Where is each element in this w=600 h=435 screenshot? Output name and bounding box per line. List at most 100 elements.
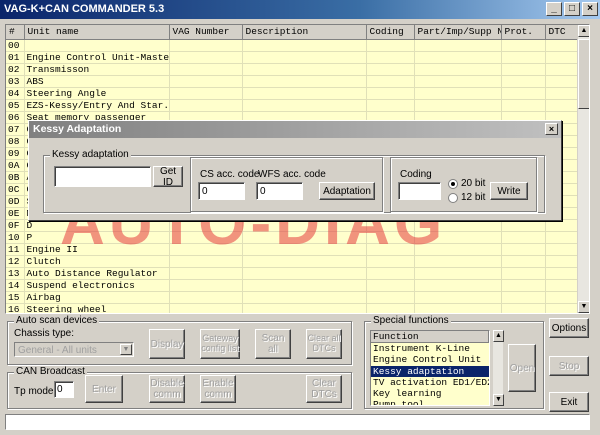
open-button[interactable]: Open (508, 344, 536, 392)
exit-button[interactable]: Exit (549, 392, 589, 412)
disable-comm-button[interactable]: Disable comm (149, 375, 185, 403)
function-list-item[interactable]: Instrument K-Line (371, 343, 489, 354)
row-cell (242, 87, 367, 100)
row-address: 06 (6, 111, 25, 124)
scroll-down-icon[interactable]: ▼ (578, 301, 589, 313)
function-list-item[interactable]: Engine Control Unit (371, 354, 489, 365)
row-cell (242, 63, 367, 76)
row-cell (545, 279, 582, 292)
chevron-down-icon[interactable]: ▼ (120, 344, 132, 355)
row-cell (501, 75, 546, 88)
function-column-header: Function (371, 331, 489, 343)
table-row[interactable]: 14 Suspend electronics (6, 279, 582, 292)
get-id-button[interactable]: Get ID (153, 166, 183, 188)
special-functions-list[interactable]: Function Instrument K-Line Engine Control… (370, 330, 490, 406)
bit20-radio[interactable] (448, 179, 458, 189)
adaptation-button[interactable]: Adaptation (319, 182, 375, 200)
minimize-button[interactable]: _ (546, 2, 562, 16)
row-unit-name: EZS-Kessy/Entry And Star... (24, 99, 170, 112)
wfs-code-input[interactable]: 0 (256, 182, 303, 200)
table-row[interactable]: 10 P (6, 231, 582, 244)
row-address: 0D (6, 195, 25, 208)
table-row[interactable]: 11 Engine II (6, 243, 582, 256)
function-list-item[interactable]: TV activation ED1/ED2 (371, 377, 489, 388)
kessy-id-field[interactable] (54, 166, 151, 187)
row-address: 0C (6, 183, 25, 196)
row-cell (545, 255, 582, 268)
enable-comm-button[interactable]: Enable comm (200, 375, 236, 403)
row-cell (366, 279, 415, 292)
row-address: 02 (6, 63, 25, 76)
row-cell (414, 75, 502, 88)
row-cell (501, 39, 546, 52)
coding-input[interactable] (398, 182, 441, 200)
row-cell (501, 87, 546, 100)
scan-all-button[interactable]: Scan all (255, 329, 291, 359)
column-header[interactable]: Part/Imp/Supp N (414, 25, 502, 40)
table-row[interactable]: 16 Steering wheel (6, 303, 582, 313)
column-header[interactable]: Unit name (24, 25, 170, 40)
maximize-button[interactable]: □ (564, 2, 580, 16)
cs-code-input[interactable]: 0 (198, 182, 245, 200)
stop-button[interactable]: Stop (549, 356, 589, 376)
functions-scroll-down-icon[interactable]: ▼ (493, 394, 504, 406)
row-address: 07 (6, 123, 25, 136)
column-header[interactable]: DTC (545, 25, 582, 40)
scroll-up-icon[interactable]: ▲ (578, 25, 589, 37)
functions-scrollbar[interactable]: ▲ ▼ (492, 330, 504, 406)
options-button[interactable]: Options (549, 318, 589, 338)
table-row[interactable]: 13 Auto Distance Regulator (6, 267, 582, 280)
table-row[interactable]: 05 EZS-Kessy/Entry And Star... (6, 99, 582, 112)
close-button[interactable]: × (582, 2, 598, 16)
row-cell (366, 87, 415, 100)
table-row[interactable]: 04 Steering Angle (6, 87, 582, 100)
bit12-radio[interactable] (448, 193, 458, 203)
row-cell (545, 267, 582, 280)
table-row[interactable]: 01 Engine Control Unit-Master (6, 51, 582, 64)
row-unit-name: Engine Control Unit-Master (24, 51, 170, 64)
row-cell (545, 87, 582, 100)
write-button[interactable]: Write (490, 182, 528, 200)
chassis-type-select[interactable]: General - All units ▼ (14, 342, 134, 357)
row-cell (545, 63, 582, 76)
table-row[interactable]: 02 Transmisson (6, 63, 582, 76)
scroll-thumb[interactable] (578, 39, 589, 109)
dialog-title: Kessy Adaptation (33, 123, 122, 135)
row-unit-name (24, 39, 170, 52)
row-address: 04 (6, 87, 25, 100)
gateway-config-button[interactable]: Gateway config list (200, 329, 240, 359)
row-cell (414, 39, 502, 52)
row-cell (169, 279, 243, 292)
row-unit-name: Steering wheel (24, 303, 170, 313)
display-button[interactable]: Display (149, 329, 185, 359)
clear-dtcs-button[interactable]: Clear DTCs (306, 375, 342, 403)
functions-scroll-up-icon[interactable]: ▲ (493, 330, 504, 342)
enter-button[interactable]: Enter (85, 375, 123, 403)
column-header[interactable]: VAG Number (169, 25, 243, 40)
grid-vertical-scrollbar[interactable]: ▲ ▼ (577, 25, 589, 313)
kessy-group-label: Kessy adaptation (50, 149, 131, 160)
column-header[interactable]: Coding (366, 25, 415, 40)
row-unit-name: ABS (24, 75, 170, 88)
function-list-item[interactable]: Kessy adaptation (371, 365, 489, 377)
row-cell (366, 75, 415, 88)
row-cell (501, 243, 546, 256)
column-header[interactable]: Prot. (501, 25, 546, 40)
special-functions-group: Special functions Function Instrument K-… (364, 315, 544, 409)
dialog-close-button[interactable]: × (545, 123, 558, 135)
table-row[interactable]: 15 Airbag (6, 291, 582, 304)
table-row[interactable]: 00 (6, 39, 582, 52)
row-cell (169, 39, 243, 52)
function-list-item[interactable]: Pump tool (371, 399, 489, 405)
row-cell (366, 63, 415, 76)
table-row[interactable]: 03 ABS (6, 75, 582, 88)
column-header[interactable]: Description (242, 25, 367, 40)
clear-all-dtcs-button[interactable]: Clear all DTCs (306, 329, 342, 359)
function-list-item[interactable]: Key learning (371, 388, 489, 399)
row-cell (501, 267, 546, 280)
row-address: 15 (6, 291, 25, 304)
table-row[interactable]: 12 Clutch (6, 255, 582, 268)
tp-mode-input[interactable]: 0 (54, 381, 74, 398)
row-address: 08 (6, 135, 25, 148)
column-header[interactable]: # (6, 25, 25, 40)
